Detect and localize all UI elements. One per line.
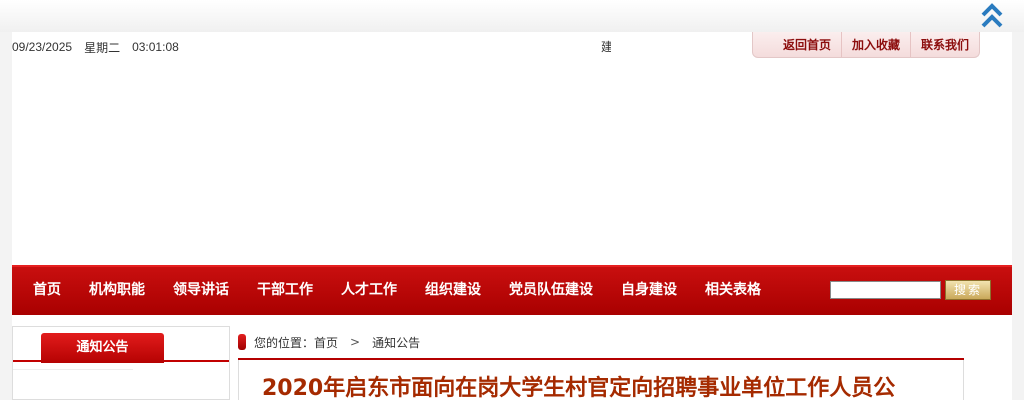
nav-item-home[interactable]: 首页 [12,267,75,315]
top-links: 返回首页 加入收藏 联系我们 [752,32,981,58]
nav-item-cadre-work[interactable]: 干部工作 [243,267,327,315]
article-title: 2020年启东市面向在岗大学生村官定向招聘事业单位工作人员公 [262,376,896,400]
back-home-link[interactable]: 返回首页 [753,32,841,57]
nav-item-talent-work[interactable]: 人才工作 [327,267,411,315]
current-time: 03:01:08 [132,40,179,54]
top-strip [0,0,1024,32]
nav-item-speeches[interactable]: 领导讲话 [159,267,243,315]
contact-us-link[interactable]: 联系我们 [910,32,979,57]
current-weekday: 星期二 [84,40,121,55]
breadcrumb-prefix: 您的位置： [254,335,315,350]
breadcrumb-home-link[interactable]: 首页 [314,334,338,351]
nav-item-organization[interactable]: 组织建设 [411,267,495,315]
search-button[interactable]: 搜索 [945,280,991,300]
breadcrumb: 您的位置： 首页 > 通知公告 [238,333,420,351]
breadcrumb-current[interactable]: 通知公告 [372,334,420,351]
add-favorite-link[interactable]: 加入收藏 [841,32,910,57]
search-input[interactable] [830,281,941,299]
nav-item-party-members[interactable]: 党员队伍建设 [495,267,607,315]
breadcrumb-separator: > [350,335,361,349]
nav-item-forms[interactable]: 相关表格 [691,267,775,315]
current-date: 09/23/2025 [12,40,73,54]
sidebar-title[interactable]: 通知公告 [41,333,164,363]
sidebar-notices: 通知公告 [12,326,230,400]
scroll-to-top-icon[interactable] [978,2,1006,30]
sidebar-divider [13,369,133,370]
main-nav: 首页 机构职能 领导讲话 干部工作 人才工作 组织建设 党员队伍建设 自身建设 … [12,265,1012,315]
nav-item-functions[interactable]: 机构职能 [75,267,159,315]
nav-item-self-building[interactable]: 自身建设 [607,267,691,315]
scrolling-notice: 建 [601,40,611,54]
breadcrumb-marker-icon [238,334,246,350]
date-time-bar: 09/23/2025 星期二 03:01:08 [12,38,179,56]
